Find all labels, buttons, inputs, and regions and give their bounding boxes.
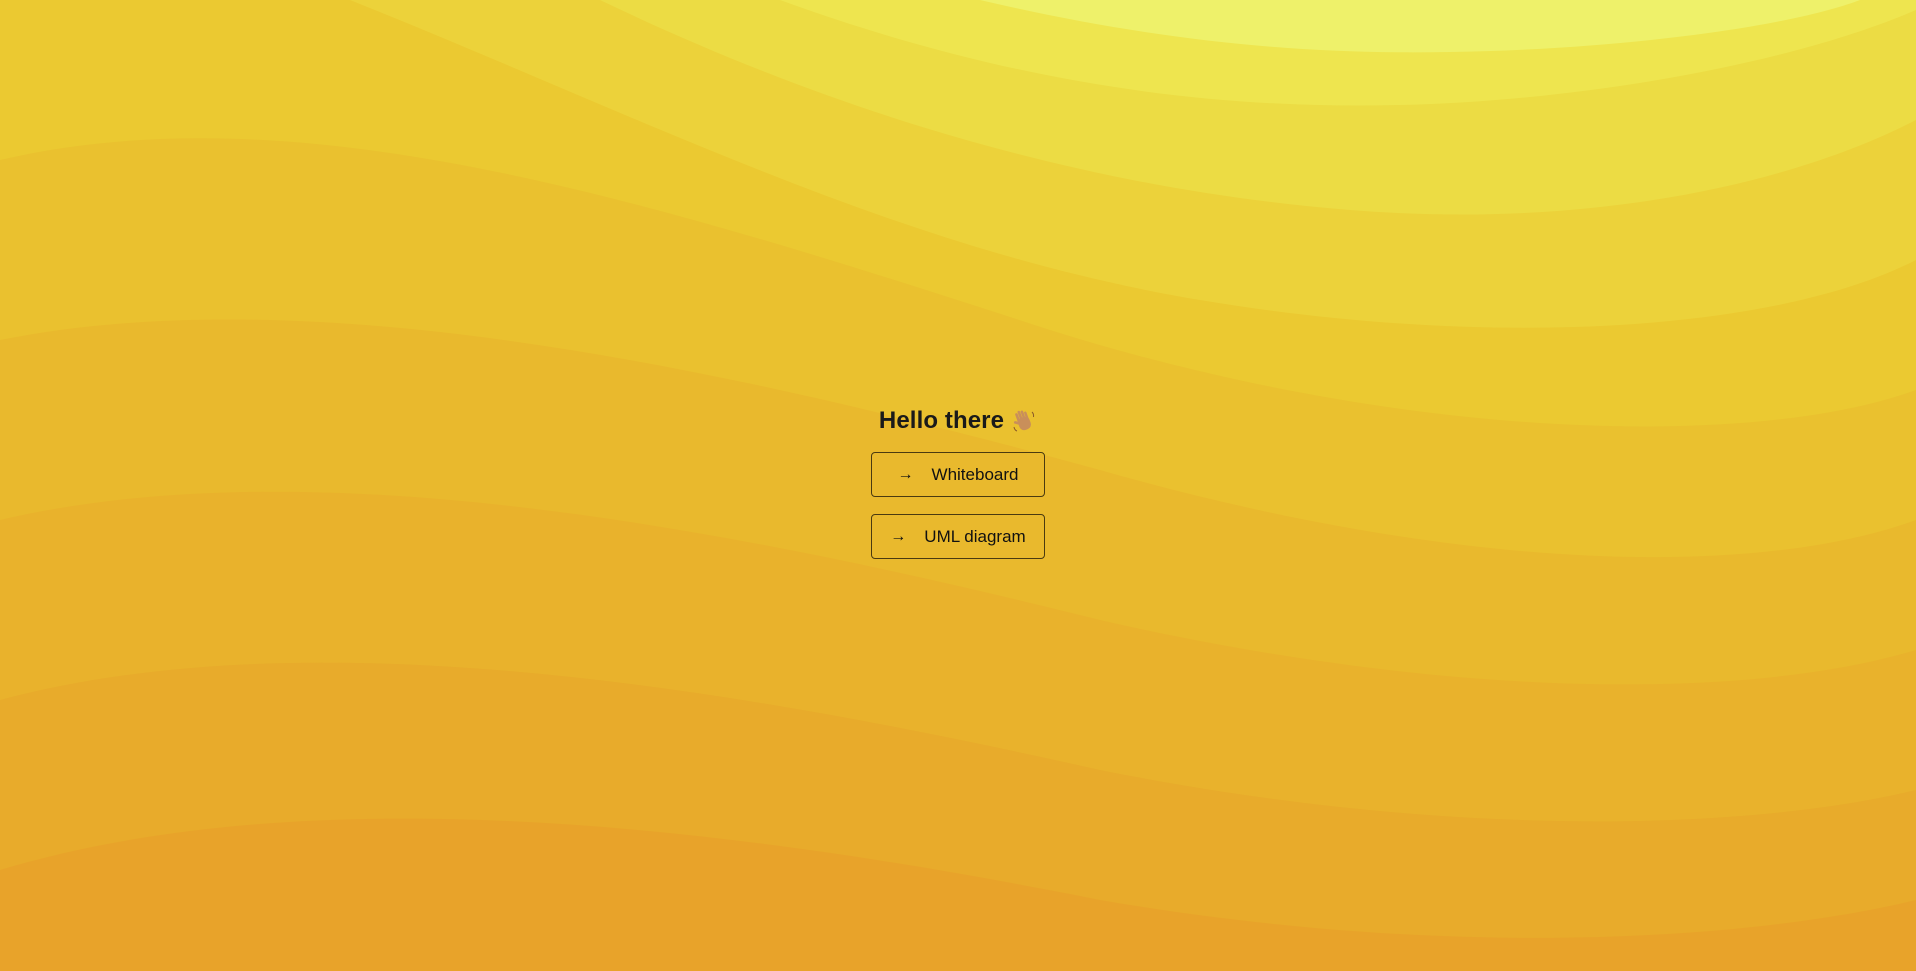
whiteboard-button[interactable]: → Whiteboard xyxy=(871,452,1045,497)
uml-diagram-button[interactable]: → UML diagram xyxy=(871,514,1045,559)
main-content: Hello there → Whiteboard → UML diagram xyxy=(0,0,1916,971)
waving-hand-icon xyxy=(1013,410,1035,432)
page-title: Hello there xyxy=(879,407,1037,435)
greeting-text: Hello there xyxy=(878,407,1005,434)
arrow-right-icon: → xyxy=(890,527,907,545)
arrow-right-icon: → xyxy=(897,465,914,483)
whiteboard-button-label: Whiteboard xyxy=(931,464,1019,484)
launcher-panel: Hello there → Whiteboard → UML diagram xyxy=(871,407,1045,576)
uml-diagram-button-label: UML diagram xyxy=(924,526,1026,546)
